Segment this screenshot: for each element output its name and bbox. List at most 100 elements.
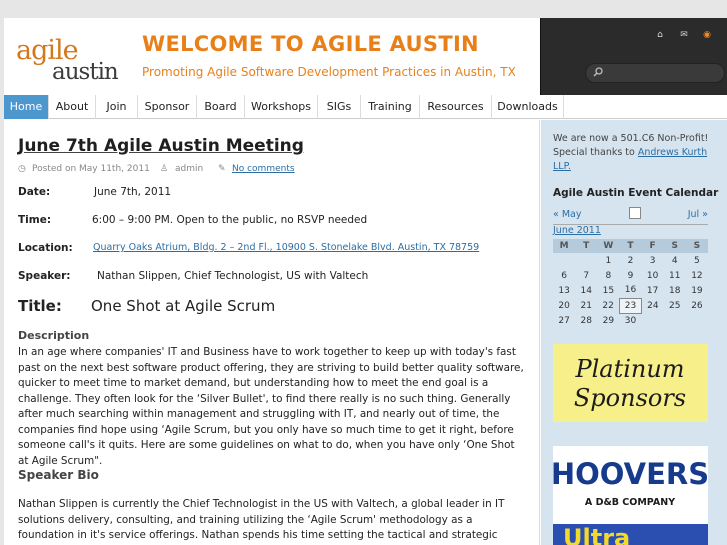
calendar-icon[interactable] (629, 207, 641, 219)
hoovers-text: HOOVERS (553, 457, 708, 491)
nonprofit-notice: We are now a 501.C6 Non-Profit! Special … (553, 132, 723, 174)
site-title[interactable]: WELCOME TO AGILE AUSTIN (142, 32, 479, 56)
calendar-day[interactable]: 14 (575, 283, 597, 298)
time-value: 6:00 – 9:00 PM. Open to the public, no R… (92, 214, 368, 226)
calendar-weekday: T (619, 239, 642, 253)
calendar-day (553, 253, 575, 268)
calendar-day[interactable]: 28 (575, 313, 597, 328)
calendar-day (642, 313, 664, 328)
calendar-week: 6 7 8 9 10 11 12 (553, 268, 708, 283)
calendar-day[interactable]: 8 (597, 268, 619, 283)
date-label: Date: (18, 186, 51, 198)
calendar-day[interactable]: 10 (642, 268, 664, 283)
post-author[interactable]: admin (175, 164, 203, 174)
calendar-day[interactable]: 27 (553, 313, 575, 328)
nav-downloads[interactable]: Downloads (492, 95, 564, 119)
nav-training[interactable]: Training (361, 95, 420, 119)
logo-text-bottom: austin (52, 59, 119, 85)
calendar-day (664, 313, 686, 328)
calendar-day[interactable]: 18 (664, 283, 686, 298)
post-title[interactable]: June 7th Agile Austin Meeting (18, 136, 304, 156)
calendar-day[interactable]: 17 (642, 283, 664, 298)
calendar-weekday: M (553, 239, 576, 253)
page: agile austin WELCOME TO AGILE AUSTIN Pro… (4, 18, 727, 545)
header: agile austin WELCOME TO AGILE AUSTIN Pro… (4, 18, 727, 95)
hoovers-banner[interactable]: HOOVERS A D&B COMPANY (551, 446, 709, 524)
location-link[interactable]: Quarry Oaks Atrium, Bldg. 2 – 2nd Fl., 1… (93, 242, 479, 253)
nav-join[interactable]: Join (96, 95, 138, 119)
calendar-week: 12345 (553, 253, 708, 268)
speaker-bio-heading: Speaker Bio (18, 468, 99, 482)
calendar-day[interactable]: 6 (553, 268, 575, 283)
calendar-day[interactable]: 4 (664, 253, 686, 268)
calendar-day[interactable]: 29 (597, 313, 619, 328)
calendar-day[interactable]: 9 (619, 268, 641, 283)
calendar-prev-link[interactable]: « May (553, 209, 581, 220)
calendar-weekdays: MTWTFSS (553, 239, 708, 253)
nav-resources[interactable]: Resources (420, 95, 492, 119)
calendar-weekday: W (597, 239, 620, 253)
speaker-value: Nathan Slippen, Chief Technologist, US w… (97, 270, 369, 282)
hoovers-logo: HOOVERS A D&B COMPANY (551, 446, 709, 516)
calendar-month[interactable]: June 2011 (553, 224, 708, 238)
calendar-day[interactable]: 3 (642, 253, 664, 268)
nav-sponsor[interactable]: Sponsor (138, 95, 197, 119)
calendar-day[interactable]: 1 (597, 253, 619, 268)
search-icon (593, 67, 603, 77)
calendar-day[interactable]: 20 (553, 298, 575, 313)
calendar-day[interactable]: 22 (597, 298, 619, 313)
calendar-nav: « May Jul » (553, 207, 708, 223)
calendar-day[interactable]: 5 (686, 253, 708, 268)
calendar-week: 20 21 22 23 24 25 26 (553, 297, 708, 314)
calendar-day[interactable]: 13 (553, 283, 575, 298)
calendar-week: 13 14 15 16 17 18 19 (553, 283, 708, 298)
comments-link[interactable]: No comments (232, 164, 295, 174)
calendar-day[interactable]: 26 (686, 298, 708, 313)
nav-home[interactable]: Home (4, 95, 49, 119)
calendar-next-link[interactable]: Jul » (688, 209, 708, 220)
ultra-logo: Ultra (553, 524, 708, 545)
nav-sigs[interactable]: SIGs (318, 95, 361, 119)
calendar-weekday: F (641, 239, 664, 253)
rss-icon[interactable]: ◉ (702, 30, 712, 40)
nav-about[interactable]: About (49, 95, 96, 119)
calendar-days: 1 2 3 4 5 6 7 8 9 10 11 12 13 14 15 16 17 18 19 20 21 22 23 24 2… (553, 253, 708, 328)
calendar-day[interactable]: 16 (619, 283, 641, 298)
nav-board[interactable]: Board (197, 95, 245, 119)
date-value: June 7th, 2011 (94, 186, 172, 198)
calendar-day[interactable]: 15 (597, 283, 619, 298)
calendar-day[interactable]: 7 (575, 268, 597, 283)
calendar-day[interactable]: 19 (686, 283, 708, 298)
location-label: Location: (18, 242, 73, 254)
calendar-day[interactable]: 24 (642, 298, 664, 313)
talk-title-label: Title: (18, 297, 62, 315)
ultra-banner[interactable]: Ultra (553, 524, 708, 545)
calendar-heading: Agile Austin Event Calendar (553, 187, 719, 199)
calendar-day[interactable]: 12 (686, 268, 708, 283)
author-icon: ♙ (160, 164, 169, 174)
calendar-day[interactable]: 30 (619, 313, 641, 328)
platinum-sponsors-banner[interactable]: Platinum Sponsors (553, 344, 708, 422)
time-label: Time: (18, 214, 52, 226)
calendar-day[interactable]: 25 (664, 298, 686, 313)
calendar-week: 27 28 29 30 (553, 313, 708, 328)
calendar-weekday: S (685, 239, 708, 253)
search-input[interactable] (585, 63, 725, 83)
calendar-weekday: T (575, 239, 598, 253)
calendar-day[interactable]: 23 (618, 297, 643, 314)
platinum-sponsors-art: Platinum Sponsors (553, 344, 708, 422)
calendar-day (575, 253, 597, 268)
talk-title-value: One Shot at Agile Scrum (91, 297, 276, 315)
mail-icon[interactable]: ✉ (679, 30, 689, 40)
sponsors-text: Sponsors (574, 384, 686, 412)
logo[interactable]: agile austin (16, 35, 128, 87)
platinum-text: Platinum (574, 355, 684, 383)
calendar-day[interactable]: 11 (664, 268, 686, 283)
calendar-day[interactable]: 2 (619, 253, 641, 268)
calendar-day (686, 313, 708, 328)
calendar-day[interactable]: 21 (575, 298, 597, 313)
nav-workshops[interactable]: Workshops (245, 95, 318, 119)
speaker-label: Speaker: (18, 270, 71, 282)
main-nav: Home About Join Sponsor Board Workshops … (4, 95, 727, 119)
home-icon[interactable]: ⌂ (655, 30, 665, 40)
